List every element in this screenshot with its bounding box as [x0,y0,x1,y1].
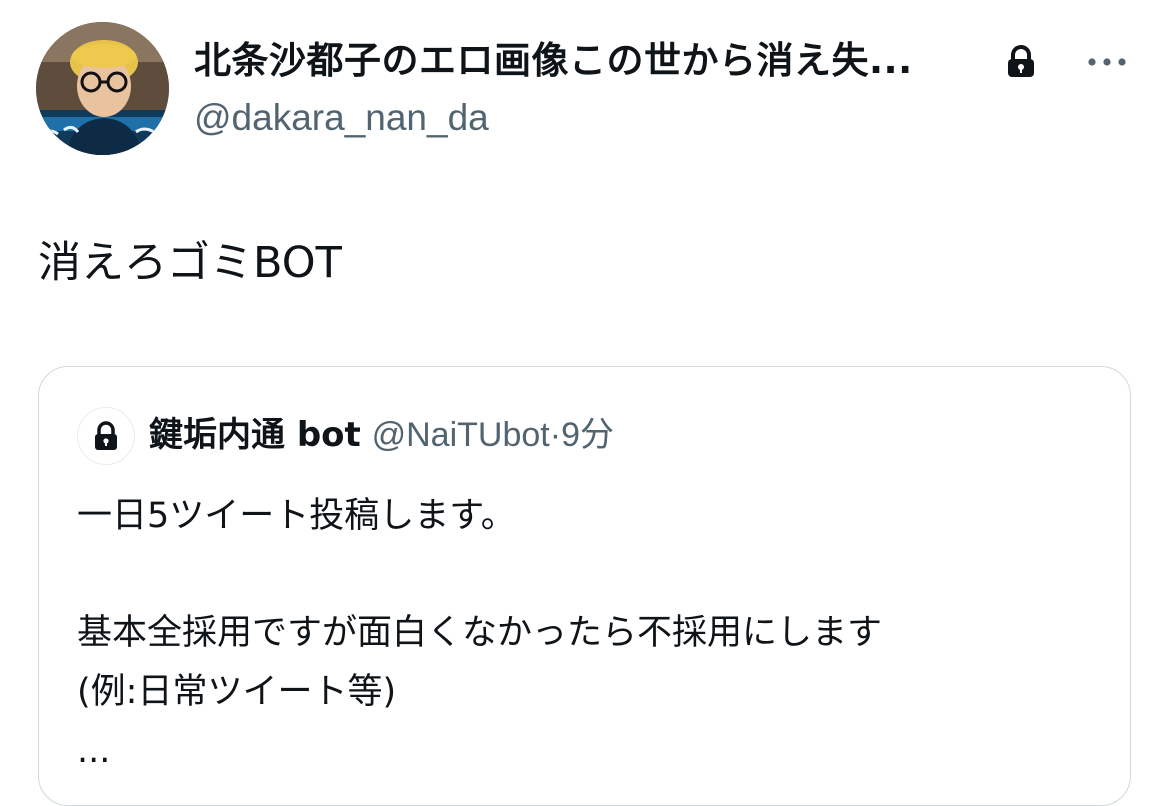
avatar-image [36,22,169,155]
quoted-line: (例:日常ツイート等) [77,672,397,712]
quoted-header: 鍵垢内通 bot @NaiTUbot·9分 [149,411,614,459]
lock-icon [1008,45,1034,77]
quoted-display-name[interactable]: 鍵垢内通 bot [149,415,361,455]
quoted-line: 一日5ツイート投稿します。 [77,496,516,536]
tweet-text: 消えろゴミBOT [38,238,342,288]
quoted-text: 一日5ツイート投稿します。 基本全採用ですが面白くなかったら不採用にします (例… [77,487,882,781]
quoted-separator: · [549,416,562,454]
more-dots-icon[interactable] [1082,50,1132,74]
lock-icon [95,421,117,450]
quoted-line: ... [77,731,111,771]
quoted-tweet[interactable]: 鍵垢内通 bot @NaiTUbot·9分 一日5ツイート投稿します。 基本全採… [38,366,1131,806]
quoted-timestamp[interactable]: 9分 [561,416,614,454]
user-handle[interactable]: @dakara_nan_da [194,93,489,143]
tweet: 北条沙都子のエロ画像この世から消え失... @dakara_nan_da 消えろ… [0,0,1169,806]
display-name[interactable]: 北条沙都子のエロ画像この世から消え失... [194,36,913,86]
quoted-handle[interactable]: @NaiTUbot [372,416,550,454]
quoted-avatar[interactable] [77,407,135,465]
quoted-line: 基本全採用ですが面白くなかったら不採用にします [77,613,883,653]
avatar[interactable] [36,22,169,155]
